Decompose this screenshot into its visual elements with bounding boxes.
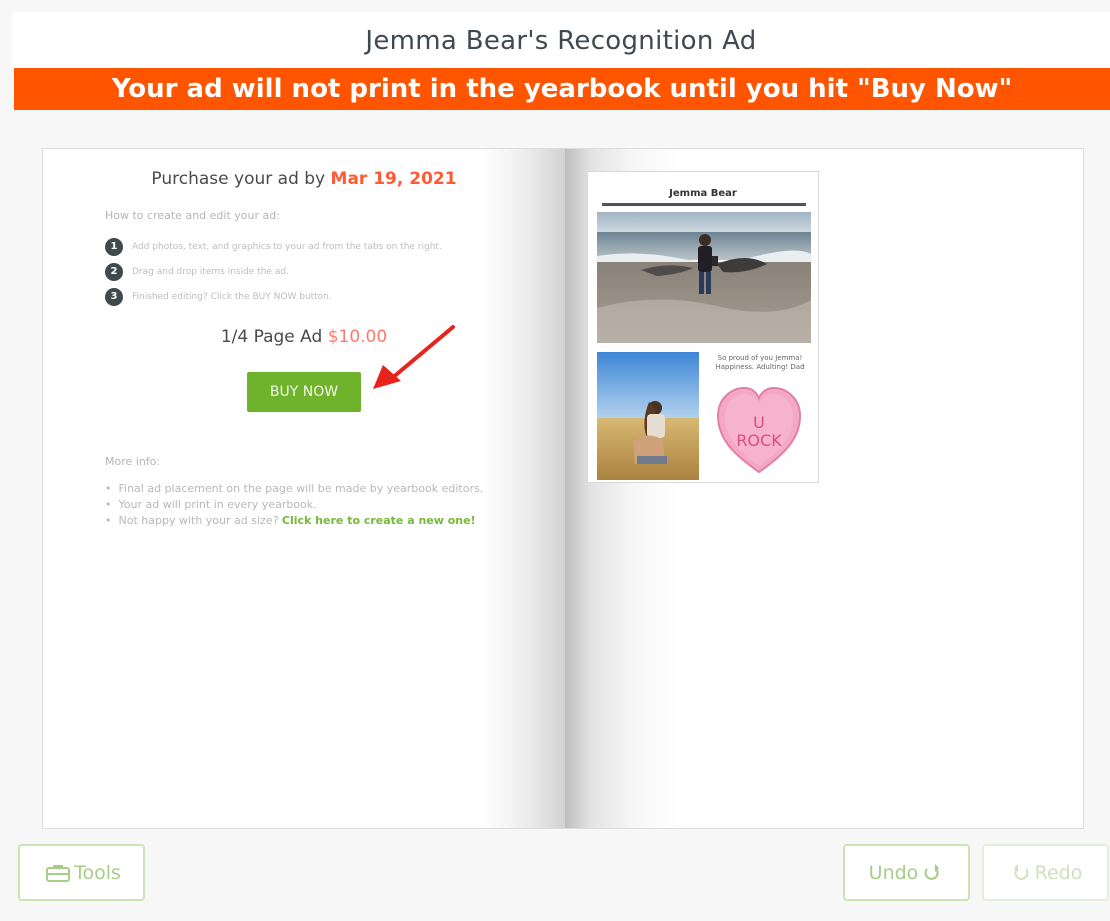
info-prefix: Not happy with your ad size? bbox=[118, 514, 282, 527]
step-item: 2 Drag and drop items inside the ad. bbox=[105, 259, 442, 284]
ad-divider bbox=[602, 203, 806, 206]
purchase-prefix: Purchase your ad by bbox=[151, 169, 331, 189]
svg-text:ROCK: ROCK bbox=[736, 431, 782, 450]
red-arrow-icon bbox=[373, 325, 455, 389]
step-item: 1 Add photos, text, and graphics to your… bbox=[105, 234, 442, 259]
buy-now-button[interactable]: BUY NOW bbox=[247, 372, 361, 412]
list-item: Not happy with your ad size? Click here … bbox=[105, 513, 483, 529]
step-text: Drag and drop items inside the ad. bbox=[132, 266, 289, 277]
candy-heart-graphic[interactable]: U ROCK bbox=[716, 386, 802, 476]
step-text: Finished editing? Click the BUY NOW butt… bbox=[132, 291, 332, 302]
step-number: 1 bbox=[105, 237, 123, 256]
redo-icon bbox=[1013, 863, 1029, 880]
create-new-ad-link[interactable]: Click here to create a new one! bbox=[282, 514, 476, 527]
header-bar: Jemma Bear's Recognition Ad bbox=[12, 12, 1110, 68]
beach-photo[interactable] bbox=[597, 212, 811, 343]
undo-button[interactable]: Undo bbox=[843, 844, 970, 901]
list-item: Final ad placement on the page will be m… bbox=[105, 481, 484, 497]
more-info-list: Final ad placement on the page will be m… bbox=[105, 481, 484, 529]
step-item: 3 Finished editing? Click the BUY NOW bu… bbox=[105, 284, 442, 309]
ad-preview[interactable]: Jemma Bear So proud of you Jemma! Happin… bbox=[587, 171, 819, 483]
redo-label: Redo bbox=[1034, 861, 1083, 884]
field-photo[interactable] bbox=[597, 352, 699, 480]
undo-icon bbox=[924, 863, 940, 880]
list-item: Your ad will print in every yearbook. bbox=[105, 497, 483, 513]
step-text: Add photos, text, and graphics to your a… bbox=[132, 241, 442, 252]
step-number: 3 bbox=[105, 287, 123, 306]
purchase-deadline: Purchase your ad by Mar 19, 2021 bbox=[43, 169, 565, 189]
svg-text:U: U bbox=[753, 413, 765, 432]
ad-size-price: 1/4 Page Ad $10.00 bbox=[43, 327, 565, 347]
more-info-heading: More info: bbox=[105, 455, 161, 468]
yearbook-spread: Purchase your ad by Mar 19, 2021 How to … bbox=[42, 148, 1084, 829]
tools-label: Tools bbox=[74, 861, 121, 884]
page-title: Jemma Bear's Recognition Ad bbox=[365, 26, 757, 56]
ad-name-text[interactable]: Jemma Bear bbox=[588, 188, 818, 199]
howto-steps: 1 Add photos, text, and graphics to your… bbox=[105, 234, 442, 309]
print-warning-banner: Your ad will not print in the yearbook u… bbox=[14, 68, 1110, 110]
step-number: 2 bbox=[105, 262, 123, 281]
ad-caption[interactable]: So proud of you Jemma! Happiness. Adulti… bbox=[706, 354, 814, 372]
right-page: Jemma Bear So proud of you Jemma! Happin… bbox=[565, 149, 1083, 828]
howto-heading: How to create and edit your ad: bbox=[105, 209, 280, 222]
undo-label: Undo bbox=[868, 861, 919, 884]
redo-button[interactable]: Redo bbox=[982, 844, 1109, 901]
tools-button[interactable]: Tools bbox=[18, 844, 145, 901]
left-page: Purchase your ad by Mar 19, 2021 How to … bbox=[43, 149, 565, 828]
toolbox-icon bbox=[46, 864, 71, 882]
ad-size-label: 1/4 Page Ad bbox=[220, 327, 328, 347]
purchase-date: Mar 19, 2021 bbox=[330, 169, 457, 189]
